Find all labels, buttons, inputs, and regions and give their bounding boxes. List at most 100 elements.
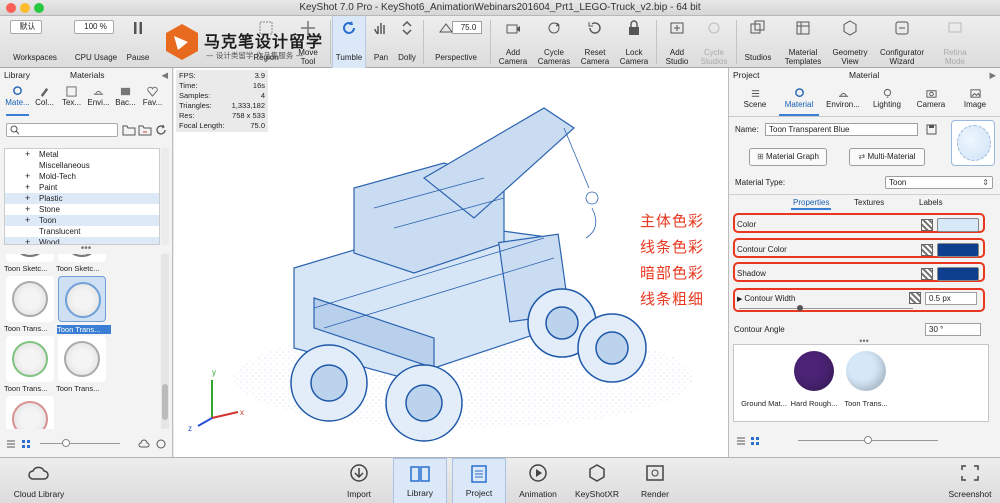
tree-scrollbar[interactable] [161,148,169,245]
material-name-input[interactable]: Toon Transparent Blue [765,123,918,136]
cpu-select[interactable]: 100 % [74,20,114,34]
close-window-button[interactable] [6,3,16,13]
scene-material-item[interactable]: Hard Rough... [788,349,840,419]
workspaces-control[interactable]: 默认 Workspaces [6,16,64,68]
tab-backplates[interactable]: Bac... [112,84,139,114]
retina-mode-button[interactable]: Retina Mode [934,16,976,68]
render-button[interactable]: Render [632,458,678,503]
panel-collapse-icon[interactable]: ▶ [989,68,996,82]
tree-item[interactable]: + Metal [5,149,159,160]
options-icon[interactable] [155,438,167,450]
gallery-size-slider[interactable] [798,436,938,444]
material-thumbnail[interactable]: Toon Sketc... [4,254,54,273]
contour-width-slider[interactable] [739,305,913,311]
studios-button[interactable]: Studios [740,16,776,68]
material-thumbnail[interactable]: Toon Trans... [4,336,54,393]
texture-toggle-icon[interactable] [921,219,933,231]
tab-favorites[interactable]: Fav... [139,84,166,114]
subtab-properties[interactable]: Properties [791,198,832,210]
grid-view-icon[interactable] [21,439,31,449]
splitter-handle[interactable]: ••• [0,244,172,254]
tab-scene[interactable]: Scene [733,86,777,114]
expand-icon[interactable]: + [25,182,30,193]
list-view-icon[interactable] [736,436,746,446]
contour-angle-input[interactable]: 30 ° [925,323,981,336]
cycle-cameras-button[interactable]: Cycle Cameras [534,16,574,68]
material-type-select[interactable]: Toon ⇕ [885,176,993,189]
expand-icon[interactable]: + [25,171,30,182]
perspective-input[interactable]: 75.0 [452,21,482,34]
tree-item[interactable]: + Stone [5,204,159,215]
lock-camera-button[interactable]: Lock Camera [616,16,652,68]
scene-materials-gallery[interactable]: Ground Mat... Hard Rough... Toon Trans... [733,344,989,422]
shadow-swatch[interactable] [937,267,979,281]
project-toggle-button[interactable]: Project [452,458,506,503]
texture-toggle-icon[interactable] [921,268,933,280]
thumbs-scrollbar[interactable] [161,254,169,429]
cycle-studios-button[interactable]: Cycle Studios [696,16,732,68]
tab-materials[interactable]: Mate... [4,84,31,116]
add-studio-button[interactable]: Add Studio [660,16,694,68]
library-toggle-button[interactable]: Library [393,458,447,503]
configurator-wizard-button[interactable]: Configurator Wizard [874,16,930,68]
material-thumbnail[interactable]: Toon Trans... [6,396,54,429]
library-tree[interactable]: + Metal Miscellaneous + Mold-Tech + Paint + Plas… [4,148,160,245]
tab-image[interactable]: Image [953,86,997,114]
texture-toggle-icon[interactable] [921,244,933,256]
expand-icon[interactable]: + [25,193,30,204]
expand-icon[interactable]: + [25,149,30,160]
perspective-control[interactable]: 75.0 Perspective [426,16,486,68]
tumble-button[interactable]: Tumble [332,16,366,68]
multi-material-button[interactable]: ⇄ Multi-Material [849,148,925,166]
folder-remove-icon[interactable] [138,124,152,136]
expand-icon[interactable]: + [25,237,30,244]
animation-button[interactable]: Animation [512,458,564,503]
list-view-icon[interactable] [6,439,16,449]
tree-item[interactable]: + Paint [5,182,159,193]
tree-item[interactable]: Miscellaneous [5,160,159,171]
geometry-view-button[interactable]: Geometry View [828,16,872,68]
material-thumbnail[interactable]: Toon Trans... [4,276,54,333]
tree-item[interactable]: + Toon [5,215,159,226]
add-camera-button[interactable]: Add Camera [494,16,532,68]
zoom-window-button[interactable] [34,3,44,13]
material-thumbnail[interactable]: Toon Trans... [56,336,106,393]
tree-item[interactable]: + Mold-Tech [5,171,159,182]
tab-camera[interactable]: Camera [909,86,953,114]
pan-button[interactable]: Pan [368,16,394,68]
subtab-textures[interactable]: Textures [854,198,884,207]
subtab-labels[interactable]: Labels [919,198,943,207]
scene-material-item[interactable]: Ground Mat... [738,349,790,419]
tab-textures[interactable]: Tex... [58,84,85,114]
refresh-icon[interactable] [154,124,168,136]
library-search-input[interactable] [6,123,118,137]
tab-colors[interactable]: Col... [31,84,58,114]
expand-icon[interactable]: + [25,204,30,215]
keyshotxr-button[interactable]: KeyShotXR [568,458,626,503]
cloud-library-button[interactable]: Cloud Library [6,458,72,503]
color-swatch[interactable] [937,218,979,232]
contour-color-swatch[interactable] [937,243,979,257]
texture-toggle-icon[interactable] [909,292,921,304]
dolly-button[interactable]: Dolly [396,16,418,68]
expand-icon[interactable]: + [25,215,30,226]
cloud-upload-icon[interactable] [138,438,150,450]
pause-button[interactable]: Pause [124,16,152,68]
material-graph-button[interactable]: ⊞ Material Graph [749,148,827,166]
reset-camera-button[interactable]: Reset Camera [576,16,614,68]
screenshot-button[interactable]: Screenshot [944,458,996,503]
material-thumbnail[interactable]: Toon Trans... [57,276,111,334]
material-templates-button[interactable]: Material Templates [780,16,826,68]
minimize-window-button[interactable] [20,3,30,13]
tab-environments[interactable]: Envi... [85,84,112,114]
tab-material[interactable]: Material [777,86,821,116]
contour-width-input[interactable]: 0.5 px [925,292,977,305]
thumbnail-grid[interactable]: Toon Sketc... Toon Sketc... Toon Trans... T… [4,254,160,429]
tab-environment[interactable]: Environ... [821,86,865,114]
tree-item[interactable]: + Plastic [5,193,159,204]
material-thumbnail[interactable]: Toon Sketc... [56,254,106,273]
cpu-usage-control[interactable]: 100 % CPU Usage [70,16,122,68]
scene-material-item[interactable]: Toon Trans... [840,349,892,419]
tab-lighting[interactable]: Lighting [865,86,909,114]
tree-item[interactable]: Translucent [5,226,159,237]
